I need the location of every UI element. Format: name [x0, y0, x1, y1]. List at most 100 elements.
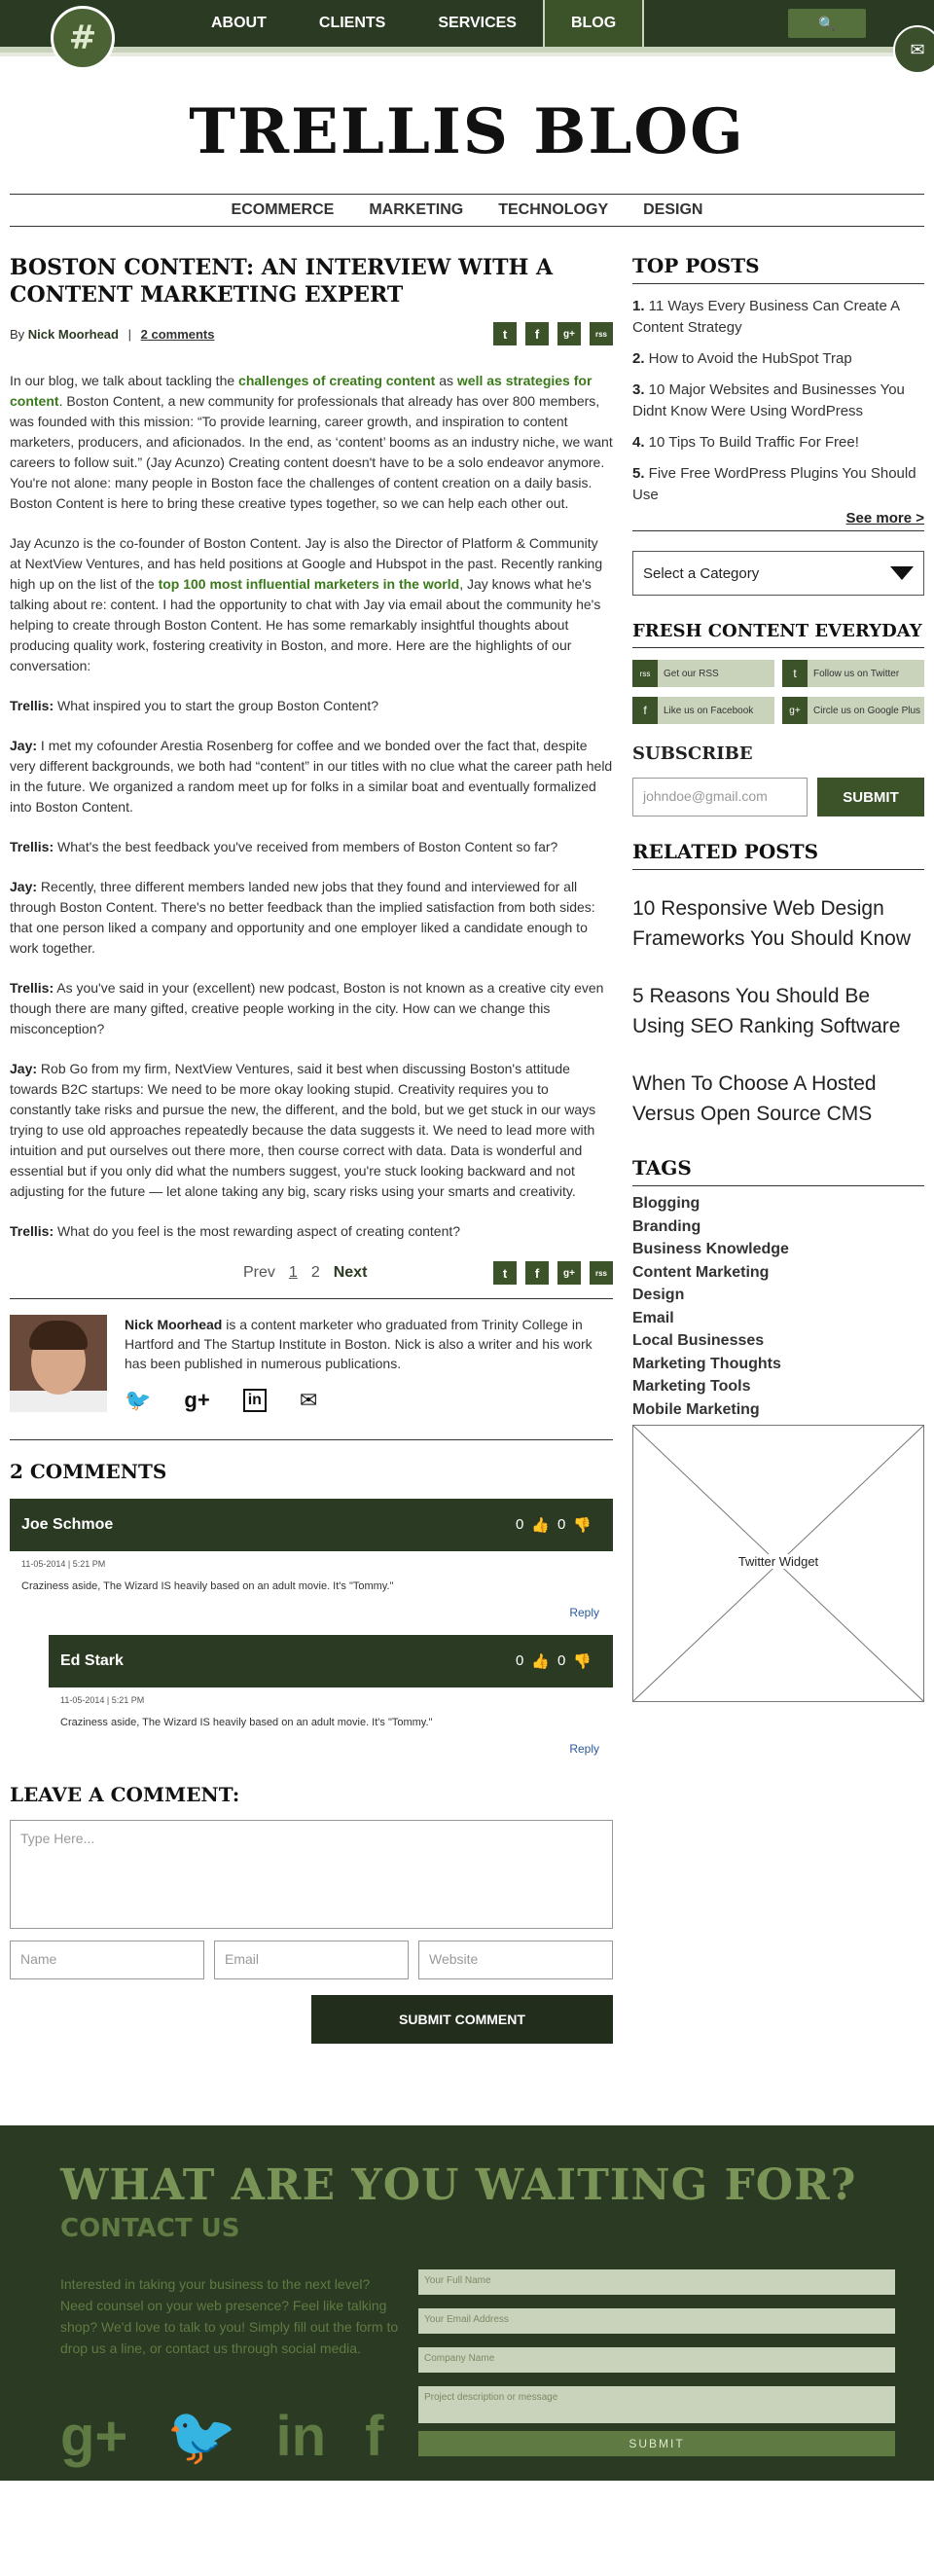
tag-link[interactable]: Branding [632, 1215, 924, 1239]
category-ecommerce[interactable]: ECOMMERCE [232, 201, 335, 219]
facebook-share-icon[interactable]: f [525, 322, 549, 345]
sidebar: TOP POSTS 1. 11 Ways Every Business Can … [632, 254, 924, 2044]
facebook-icon[interactable]: f [365, 2404, 383, 2470]
category-select-value: Select a Category [643, 564, 760, 582]
related-post-link[interactable]: 10 Responsive Web Design Frameworks You … [632, 893, 924, 954]
post-title: BOSTON CONTENT: AN INTERVIEW WITH A CONT… [10, 255, 554, 308]
email-field[interactable]: Email [214, 1941, 409, 1979]
linkedin-icon[interactable]: in [242, 1389, 267, 1412]
category-marketing[interactable]: MARKETING [369, 201, 463, 219]
downvote-count: 0 [557, 1516, 566, 1533]
nav-blog[interactable]: BLOG [542, 0, 645, 47]
subscribe-email-input[interactable]: johndoe@gmail.com [632, 778, 808, 816]
facebook-share-icon[interactable]: f [525, 1261, 549, 1285]
rss-follow-button[interactable]: rss Get our RSS [632, 660, 774, 687]
top-post-title: Five Free WordPress Plugins You Should U… [632, 465, 916, 503]
thumbs-down-icon[interactable]: 👎 [573, 1516, 592, 1534]
twitter-share-icon[interactable]: t [493, 322, 517, 345]
submit-comment-button[interactable]: SUBMIT COMMENT [311, 1995, 613, 2044]
thumbs-down-icon[interactable]: 👎 [573, 1652, 592, 1670]
author-photo [10, 1315, 107, 1412]
website-field[interactable]: Website [418, 1941, 613, 1979]
full-name-input[interactable]: Your Full Name [418, 2269, 895, 2295]
top-post-title: How to Avoid the HubSpot Trap [644, 350, 852, 367]
comment-header: Ed Stark 0 👍 0 👎 [49, 1635, 613, 1687]
tag-link[interactable]: Marketing Tools [632, 1375, 924, 1398]
related-post-link[interactable]: 5 Reasons You Should Be Using SEO Rankin… [632, 981, 924, 1041]
nav-services[interactable]: SERVICES [412, 0, 543, 47]
see-more-link[interactable]: See more > [632, 510, 924, 531]
rss-share-icon[interactable]: rss [590, 1261, 613, 1285]
twitter-follow-button[interactable]: t Follow us on Twitter [782, 660, 924, 687]
name-field[interactable]: Name [10, 1941, 204, 1979]
reply-link[interactable]: Reply [10, 1606, 613, 1619]
share-icons-bottom: t f g+ rss [493, 1261, 613, 1285]
nav-clients[interactable]: CLIENTS [293, 0, 412, 47]
reply-link[interactable]: Reply [49, 1742, 613, 1756]
thumbs-up-icon[interactable]: 👍 [531, 1652, 550, 1670]
challenges-link[interactable]: challenges of creating content [238, 373, 435, 388]
top-post-item[interactable]: 3. 10 Major Websites and Businesses You … [632, 380, 924, 422]
tag-link[interactable]: Mobile Marketing [632, 1398, 924, 1422]
tag-link[interactable]: Business Knowledge [632, 1238, 924, 1261]
comment-votes: 0 👍 0 👎 [516, 1516, 592, 1534]
prev-page-link[interactable]: Prev [243, 1264, 275, 1282]
twitter-icon[interactable]: 🐦 [125, 1390, 151, 1411]
comments-count-link[interactable]: 2 comments [141, 327, 215, 342]
subscribe-submit-button[interactable]: SUBMIT [817, 778, 924, 816]
tag-link[interactable]: Blogging [632, 1192, 924, 1215]
by-label: By [10, 326, 25, 342]
comment-textarea[interactable]: Type Here... [10, 1820, 613, 1929]
top-post-item[interactable]: 5. Five Free WordPress Plugins You Shoul… [632, 463, 924, 506]
message-textarea[interactable]: Project description or message [418, 2386, 895, 2423]
tag-link[interactable]: Email [632, 1307, 924, 1330]
tag-link[interactable]: Design [632, 1284, 924, 1307]
email-icon[interactable]: ✉ [300, 1390, 317, 1411]
rss-share-icon[interactable]: rss [590, 322, 613, 345]
category-design[interactable]: DESIGN [643, 201, 702, 219]
nav-about[interactable]: ABOUT [185, 0, 293, 47]
next-page-link[interactable]: Next [334, 1264, 368, 1282]
qa-text: I met my cofounder Arestia Rosenberg for… [10, 738, 613, 815]
category-select[interactable]: Select a Category [632, 551, 924, 596]
email-input[interactable]: Your Email Address [418, 2308, 895, 2334]
twitter-icon[interactable]: 🐦 [166, 2404, 236, 2470]
top-post-number: 3. [632, 381, 645, 398]
twitter-share-icon[interactable]: t [493, 1261, 517, 1285]
nav-underline [0, 53, 934, 56]
top-post-number: 2. [632, 350, 645, 367]
facebook-follow-button[interactable]: f Like us on Facebook [632, 697, 774, 724]
search-button[interactable]: 🔍 [788, 9, 866, 38]
tag-link[interactable]: Local Businesses [632, 1329, 924, 1353]
top-post-title: 10 Major Websites and Businesses You Did… [632, 381, 905, 419]
page-1-link[interactable]: 1 [289, 1264, 298, 1282]
contact-mail-button[interactable]: ✉ [893, 25, 934, 74]
company-input[interactable]: Company Name [418, 2347, 895, 2373]
trellis-logo[interactable]: # [51, 6, 115, 70]
twitter-widget-placeholder: Twitter Widget [632, 1425, 924, 1702]
googleplus-share-icon[interactable]: g+ [557, 322, 581, 345]
category-technology[interactable]: TECHNOLOGY [498, 201, 608, 219]
tag-link[interactable]: Marketing Thoughts [632, 1353, 924, 1376]
page-2-link[interactable]: 2 [311, 1264, 320, 1282]
googleplus-share-icon[interactable]: g+ [557, 1261, 581, 1285]
top-post-number: 1. [632, 298, 645, 314]
author-link[interactable]: Nick Moorhead [28, 327, 119, 342]
contact-heading: CONTACT US [60, 2214, 240, 2243]
top-post-item[interactable]: 2. How to Avoid the HubSpot Trap [632, 348, 924, 370]
follow-label: Like us on Facebook [664, 705, 754, 716]
facebook-icon: f [632, 697, 658, 724]
top-post-item[interactable]: 4. 10 Tips To Build Traffic For Free! [632, 432, 924, 454]
top-100-link[interactable]: top 100 most influential marketers in th… [159, 576, 460, 592]
linkedin-icon[interactable]: in [276, 2404, 327, 2470]
googleplus-icon[interactable]: g+ [60, 2404, 127, 2470]
main-nav: ABOUT CLIENTS SERVICES BLOG [185, 0, 645, 47]
related-post-link[interactable]: When To Choose A Hosted Versus Open Sour… [632, 1069, 924, 1129]
commenter-name: Ed Stark [60, 1652, 124, 1669]
googleplus-follow-button[interactable]: g+ Circle us on Google Plus [782, 697, 924, 724]
contact-submit-button[interactable]: SUBMIT [418, 2431, 895, 2456]
googleplus-icon[interactable]: g+ [184, 1390, 209, 1411]
top-post-item[interactable]: 1. 11 Ways Every Business Can Create A C… [632, 296, 924, 339]
tag-link[interactable]: Content Marketing [632, 1261, 924, 1285]
thumbs-up-icon[interactable]: 👍 [531, 1516, 550, 1534]
